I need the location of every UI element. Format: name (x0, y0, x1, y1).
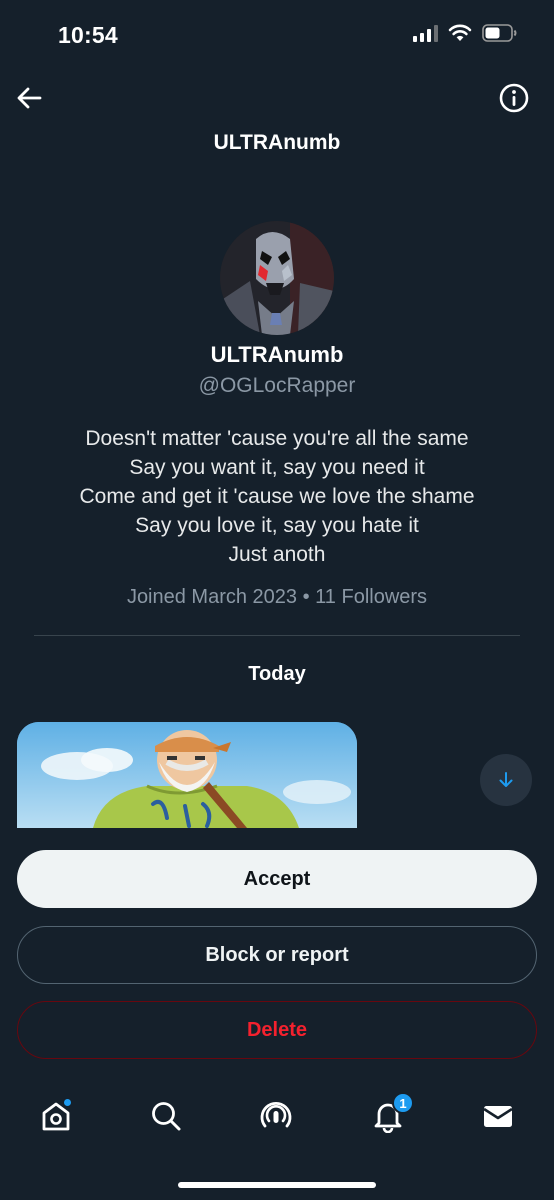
back-button[interactable] (14, 82, 46, 114)
spaces-icon (260, 1102, 292, 1128)
profile-meta: Joined March 2023 • 11 Followers (126, 586, 428, 608)
bio-line: Say you want it, say you need it (129, 456, 425, 479)
message-image[interactable] (17, 722, 357, 828)
nav-home[interactable] (34, 1094, 78, 1138)
profile-bio: Doesn't matter 'cause you're all the sam… (0, 424, 554, 569)
conversation-title: ULTRAnumb (213, 131, 341, 154)
battery-icon (482, 24, 518, 42)
profile-display-name[interactable]: ULTRAnumb (0, 342, 554, 368)
status-icons (413, 24, 518, 42)
delete-button[interactable]: Delete (17, 1001, 537, 1059)
accept-button[interactable]: Accept (17, 850, 537, 908)
avatar[interactable] (220, 221, 334, 335)
messages-icon (483, 1106, 513, 1127)
divider (34, 635, 520, 636)
info-icon (499, 83, 529, 113)
status-time: 10:54 (58, 22, 118, 48)
dm-request-screen: 10:54 ULTRAnumb ULTRAnumb @OGLocRapper D… (0, 0, 554, 1200)
date-separator: Today (248, 663, 306, 685)
nav-search[interactable] (144, 1094, 188, 1138)
scroll-to-bottom-button[interactable] (480, 754, 532, 806)
nav-messages[interactable] (476, 1094, 520, 1138)
notifications-badge: 1 (392, 1092, 414, 1114)
back-arrow-icon (17, 87, 42, 109)
robot-avatar-image (220, 221, 334, 335)
bio-line: Doesn't matter 'cause you're all the sam… (85, 427, 469, 450)
arrow-down-icon (499, 772, 513, 787)
profile-handle: @OGLocRapper (198, 374, 356, 397)
conversation-info-button[interactable] (498, 82, 530, 114)
search-icon (152, 1102, 181, 1131)
block-or-report-button[interactable]: Block or report (17, 926, 537, 984)
nav-spaces[interactable] (254, 1094, 298, 1138)
bio-line: Come and get it 'cause we love the shame (79, 485, 475, 508)
bio-line: Say you love it, say you hate it (135, 514, 419, 537)
bio-line: Just anoth (228, 543, 326, 566)
cellular-signal-icon (413, 24, 438, 42)
wifi-icon (448, 24, 472, 42)
cartoon-character-image (17, 722, 357, 828)
home-new-dot (63, 1098, 72, 1107)
nav-notifications[interactable]: 1 (366, 1092, 414, 1138)
home-indicator (178, 1182, 376, 1188)
